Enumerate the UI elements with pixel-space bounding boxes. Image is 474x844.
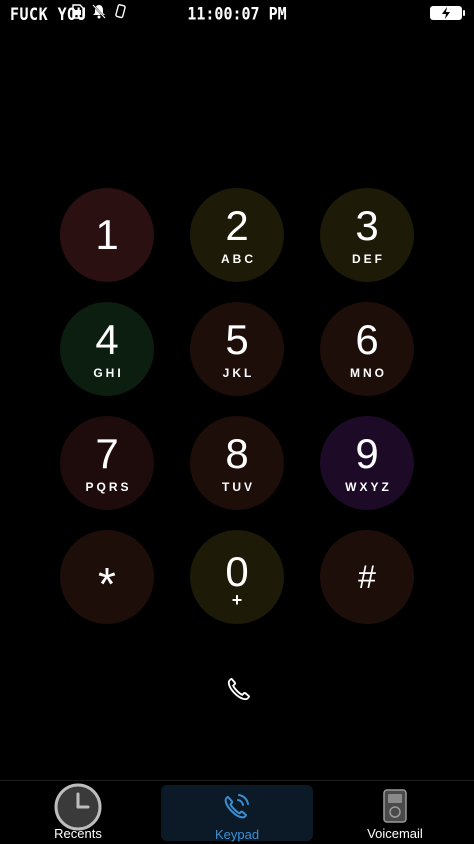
key-letters: TUV: [222, 479, 255, 494]
tab-label: Recents: [54, 826, 102, 841]
key-5[interactable]: 5 JKL: [190, 302, 284, 396]
key-digit: 2: [225, 201, 249, 249]
key-plus: +: [231, 590, 243, 610]
key-0[interactable]: 0 +: [190, 530, 284, 624]
tab-recents[interactable]: Recents: [28, 781, 128, 844]
key-2[interactable]: 2 ABC: [190, 188, 284, 282]
tab-voicemail[interactable]: Voicemail: [345, 781, 445, 844]
key-star[interactable]: *: [60, 530, 154, 624]
key-3[interactable]: 3 DEF: [320, 188, 414, 282]
tab-keypad[interactable]: Keypad: [161, 785, 313, 842]
call-button[interactable]: [220, 672, 256, 708]
key-digit: 6: [355, 315, 379, 363]
key-digit: 8: [225, 429, 249, 477]
key-letters: MNO: [350, 365, 387, 380]
key-hash[interactable]: #: [320, 530, 414, 624]
key-digit: 1: [95, 211, 119, 258]
clock-icon: [54, 783, 102, 831]
key-letters: PQRS: [85, 479, 132, 494]
key-6[interactable]: 6 MNO: [320, 302, 414, 396]
tab-bar: Recents Keypad Voicemail: [0, 780, 474, 844]
charging-bolt-icon: [442, 7, 450, 19]
key-digit: #: [358, 559, 376, 595]
status-time: 11:00:07 PM: [187, 4, 287, 24]
key-7[interactable]: 7 PQRS: [60, 416, 154, 510]
key-letters: GHI: [93, 365, 124, 380]
key-digit: 9: [355, 429, 379, 477]
key-letters: JKL: [222, 365, 255, 380]
key-digit: 7: [95, 429, 119, 477]
key-4[interactable]: 4 GHI: [60, 302, 154, 396]
key-digit: 5: [225, 315, 249, 363]
key-1[interactable]: 1: [60, 188, 154, 282]
tab-label: Voicemail: [367, 826, 423, 841]
key-digit: 3: [355, 201, 379, 249]
key-letters: WXYZ: [345, 479, 392, 494]
key-9[interactable]: 9 WXYZ: [320, 416, 414, 510]
key-digit: *: [98, 558, 116, 610]
key-letters: DEF: [352, 251, 385, 266]
phone-wave-icon: [224, 794, 249, 819]
status-bar: FUCK YOU 11:00:07 PM: [0, 0, 474, 28]
voicemail-device-icon: [383, 789, 407, 823]
key-letters: ABC: [221, 251, 256, 266]
battery-icon: [430, 6, 465, 20]
phone-handset-icon: [227, 677, 251, 701]
key-digit: 4: [95, 315, 119, 363]
tab-label: Keypad: [214, 827, 260, 842]
key-8[interactable]: 8 TUV: [190, 416, 284, 510]
key-digit: 0: [225, 548, 249, 595]
